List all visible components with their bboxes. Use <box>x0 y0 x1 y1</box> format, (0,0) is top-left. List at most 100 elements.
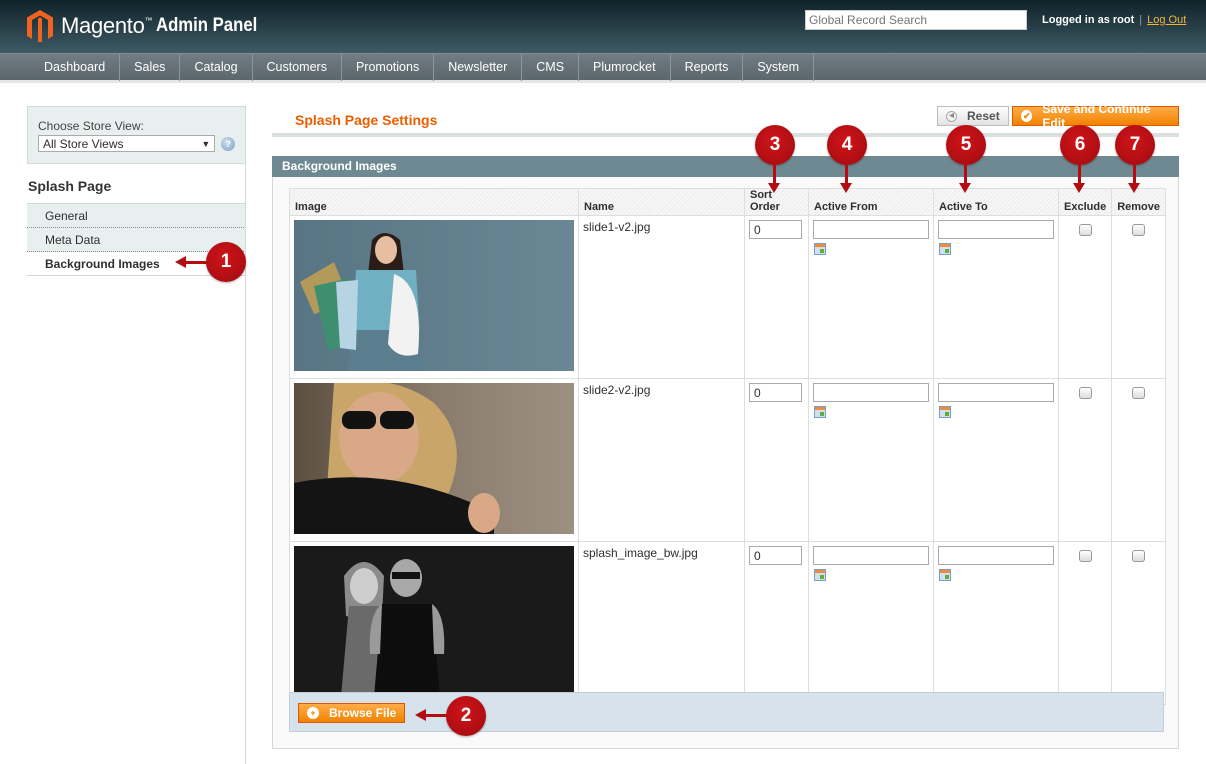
thumbnail-shopping-woman <box>294 220 574 371</box>
sidebar-divider <box>245 164 246 764</box>
annotation-badge-5: 5 <box>946 125 986 165</box>
nav-item-customers[interactable]: Customers <box>253 54 342 81</box>
active-from-cell <box>808 378 934 542</box>
remove-checkbox[interactable] <box>1132 387 1146 399</box>
thumbnail-couple-bw <box>294 546 574 697</box>
active-from-input[interactable] <box>813 220 929 239</box>
exclude-cell <box>1057 378 1113 542</box>
table-row: slide2-v2.jpg <box>289 378 1166 542</box>
section-body: Image Name Sort Order Active From Active… <box>272 177 1179 749</box>
calendar-icon[interactable] <box>939 406 951 418</box>
active-from-input[interactable] <box>813 546 929 565</box>
sort-order-input[interactable] <box>749 546 802 565</box>
save-label: Save and Continue Edit <box>1042 102 1151 130</box>
sort-order-input[interactable] <box>749 383 802 402</box>
separator: | <box>1139 14 1143 26</box>
annotation-badge-7: 7 <box>1115 125 1155 165</box>
exclude-checkbox[interactable] <box>1078 224 1092 236</box>
title-divider <box>272 133 1179 137</box>
annotation-arrow-2 <box>415 709 448 721</box>
column-exclude: Exclude <box>1057 188 1113 216</box>
calendar-icon[interactable] <box>814 243 826 255</box>
annotation-badge-2: 2 <box>446 696 486 736</box>
remove-checkbox[interactable] <box>1132 550 1146 562</box>
image-cell <box>289 215 579 379</box>
annotation-arrow-3 <box>768 164 780 193</box>
help-icon[interactable]: ? <box>221 136 235 151</box>
image-cell <box>289 541 579 705</box>
dropdown-arrow-icon: ▼ <box>201 138 211 149</box>
logged-in-text: Logged in as root <box>1042 14 1135 26</box>
active-to-input[interactable] <box>938 220 1054 239</box>
name-cell: slide2-v2.jpg <box>578 378 745 542</box>
nav-item-reports[interactable]: Reports <box>671 54 744 81</box>
nav-item-newsletter[interactable]: Newsletter <box>434 54 523 81</box>
exclude-cell <box>1057 541 1113 705</box>
table-row: slide1-v2.jpg <box>289 215 1166 379</box>
calendar-icon[interactable] <box>939 569 951 581</box>
section-header: Background Images <box>272 156 1179 177</box>
active-to-cell <box>933 541 1059 705</box>
nav-item-dashboard[interactable]: Dashboard <box>30 54 121 81</box>
active-to-input[interactable] <box>938 546 1054 565</box>
calendar-icon[interactable] <box>814 406 826 418</box>
column-active-from: Active From <box>808 188 934 216</box>
nav-item-sales[interactable]: Sales <box>120 54 181 81</box>
logout-link[interactable]: Log Out <box>1147 14 1186 26</box>
save-and-continue-button[interactable]: ✔ Save and Continue Edit <box>1012 102 1179 130</box>
exclude-checkbox[interactable] <box>1078 387 1092 399</box>
plus-icon: + <box>307 707 319 719</box>
calendar-icon[interactable] <box>939 243 951 255</box>
active-to-cell <box>933 378 1059 542</box>
sort-order-cell <box>744 541 809 705</box>
annotation-badge-6: 6 <box>1060 125 1100 165</box>
thumbnail-sunglasses-woman <box>294 380 574 534</box>
annotation-arrow-1 <box>175 256 208 268</box>
magento-logo[interactable]: Magento ™ Admin Panel <box>27 10 271 42</box>
store-view-label: Choose Store View: <box>38 119 144 133</box>
checkmark-icon: ✔ <box>1021 110 1033 122</box>
table-header-row: Image Name Sort Order Active From Active… <box>289 188 1166 216</box>
nav-item-cms[interactable]: CMS <box>522 54 580 81</box>
name-cell: splash_image_bw.jpg <box>578 541 745 705</box>
annotation-badge-3: 3 <box>755 125 795 165</box>
annotation-arrow-4 <box>840 164 852 193</box>
sort-order-cell <box>744 378 809 542</box>
remove-cell <box>1111 215 1166 379</box>
active-to-cell <box>933 215 1059 379</box>
remove-cell <box>1111 378 1166 542</box>
column-image: Image <box>289 188 579 216</box>
sort-order-input[interactable] <box>749 220 802 239</box>
annotation-arrow-6 <box>1073 164 1085 193</box>
sidebar-tab-general[interactable]: General <box>27 204 246 228</box>
exclude-checkbox[interactable] <box>1078 550 1092 562</box>
store-view-select[interactable]: All Store Views ▼ <box>38 135 216 152</box>
reset-button[interactable]: ◀ Reset <box>937 106 1009 126</box>
nav-item-catalog[interactable]: Catalog <box>180 54 253 81</box>
global-search-input[interactable] <box>805 10 1027 30</box>
sort-order-cell <box>744 215 809 379</box>
brand-suffix: Admin Panel <box>156 15 258 36</box>
brand-name: Magento <box>61 13 145 38</box>
active-from-input[interactable] <box>813 383 929 402</box>
store-view-switcher: Choose Store View: All Store Views ▼ ? <box>27 106 246 164</box>
annotation-arrow-5 <box>959 164 971 193</box>
reset-label: Reset <box>967 109 1000 123</box>
calendar-icon[interactable] <box>814 569 826 581</box>
trademark: ™ <box>144 16 153 25</box>
nav-item-promotions[interactable]: Promotions <box>342 54 435 81</box>
remove-checkbox[interactable] <box>1132 224 1146 236</box>
login-info: Logged in as root | Log Out <box>1042 14 1186 26</box>
main-nav: Dashboard Sales Catalog Customers Promot… <box>0 53 1206 83</box>
store-view-value: All Store Views <box>43 136 124 151</box>
page-title: Splash Page Settings <box>295 112 438 128</box>
annotation-badge-4: 4 <box>827 125 867 165</box>
browse-label: Browse File <box>329 706 397 720</box>
exclude-cell <box>1057 215 1113 379</box>
nav-item-plumrocket[interactable]: Plumrocket <box>579 54 671 81</box>
admin-header: Magento ™ Admin Panel Logged in as root |… <box>0 0 1206 53</box>
browse-file-button[interactable]: + Browse File <box>298 703 406 723</box>
column-active-to: Active To <box>933 188 1059 216</box>
nav-item-system[interactable]: System <box>743 54 815 81</box>
active-to-input[interactable] <box>938 383 1054 402</box>
